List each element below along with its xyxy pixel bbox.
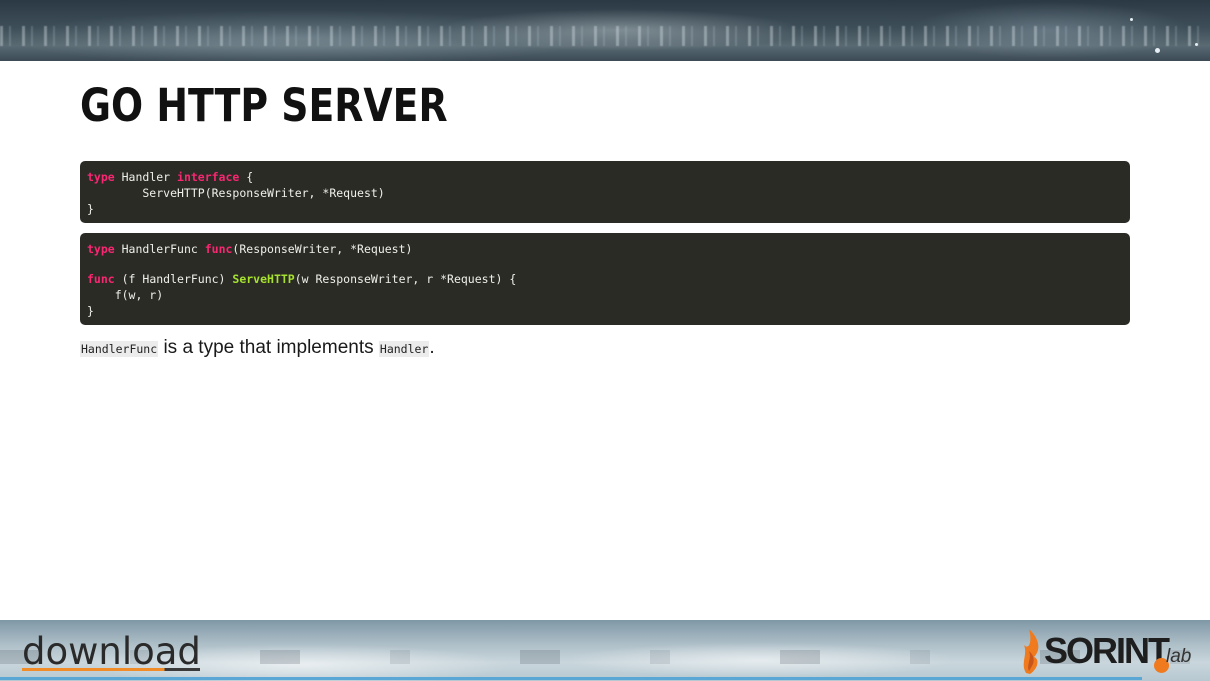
code-keyword: interface xyxy=(177,170,240,184)
code-line: func (f HandlerFunc) ServeHTTP(w Respons… xyxy=(87,271,1123,287)
description-text: HandlerFunc is a type that implements Ha… xyxy=(80,336,435,361)
sorint-logo-suffix: lab xyxy=(1166,646,1192,667)
code-block-handlerfunc: type HandlerFunc func(ResponseWriter, *R… xyxy=(80,233,1130,325)
inline-code-handler: Handler xyxy=(378,341,430,357)
page-title: Go HTTP server xyxy=(80,79,448,132)
code-block-handler-interface: type Handler interface { ServeHTTP(Respo… xyxy=(80,161,1130,223)
sorint-logo-text: SORINT xyxy=(1044,630,1170,671)
code-token: } xyxy=(87,202,94,216)
description-text-period: . xyxy=(429,337,435,358)
header-banner-light-dot xyxy=(1195,43,1198,46)
code-keyword: func xyxy=(204,242,233,256)
code-line: type Handler interface { xyxy=(87,169,1123,185)
code-line: } xyxy=(87,303,1123,319)
code-function-name: ServeHTTP xyxy=(232,272,295,286)
code-line: ServeHTTP(ResponseWriter, *Request) xyxy=(87,185,1123,201)
header-banner-lights xyxy=(0,26,1210,46)
download-logo-underline xyxy=(22,668,200,671)
code-token: f(w, r) xyxy=(87,288,164,302)
code-line: f(w, r) xyxy=(87,287,1123,303)
code-keyword: type xyxy=(87,242,115,256)
code-token: { xyxy=(239,170,254,184)
inline-code-handlerfunc: HandlerFunc xyxy=(80,341,159,357)
header-banner-image xyxy=(0,0,1210,61)
code-token: HandlerFunc xyxy=(114,242,205,256)
code-token: Handler xyxy=(114,170,178,184)
header-banner-light-dot xyxy=(1130,18,1133,21)
code-token: } xyxy=(87,304,94,318)
code-keyword: func xyxy=(87,272,115,286)
code-keyword: type xyxy=(87,170,115,184)
code-token: ServeHTTP(ResponseWriter, *Request) xyxy=(87,186,385,200)
code-token: (f HandlerFunc) xyxy=(114,272,233,286)
code-line: } xyxy=(87,201,1123,217)
description-text-part: is a type that implements xyxy=(158,337,379,358)
code-token: (w ResponseWriter, r *Request) { xyxy=(294,272,517,286)
footer-accent-line xyxy=(0,677,1142,680)
header-banner-light-dot xyxy=(1155,48,1160,53)
code-token: (ResponseWriter, *Request) xyxy=(232,242,413,256)
code-line: type HandlerFunc func(ResponseWriter, *R… xyxy=(87,241,1123,257)
